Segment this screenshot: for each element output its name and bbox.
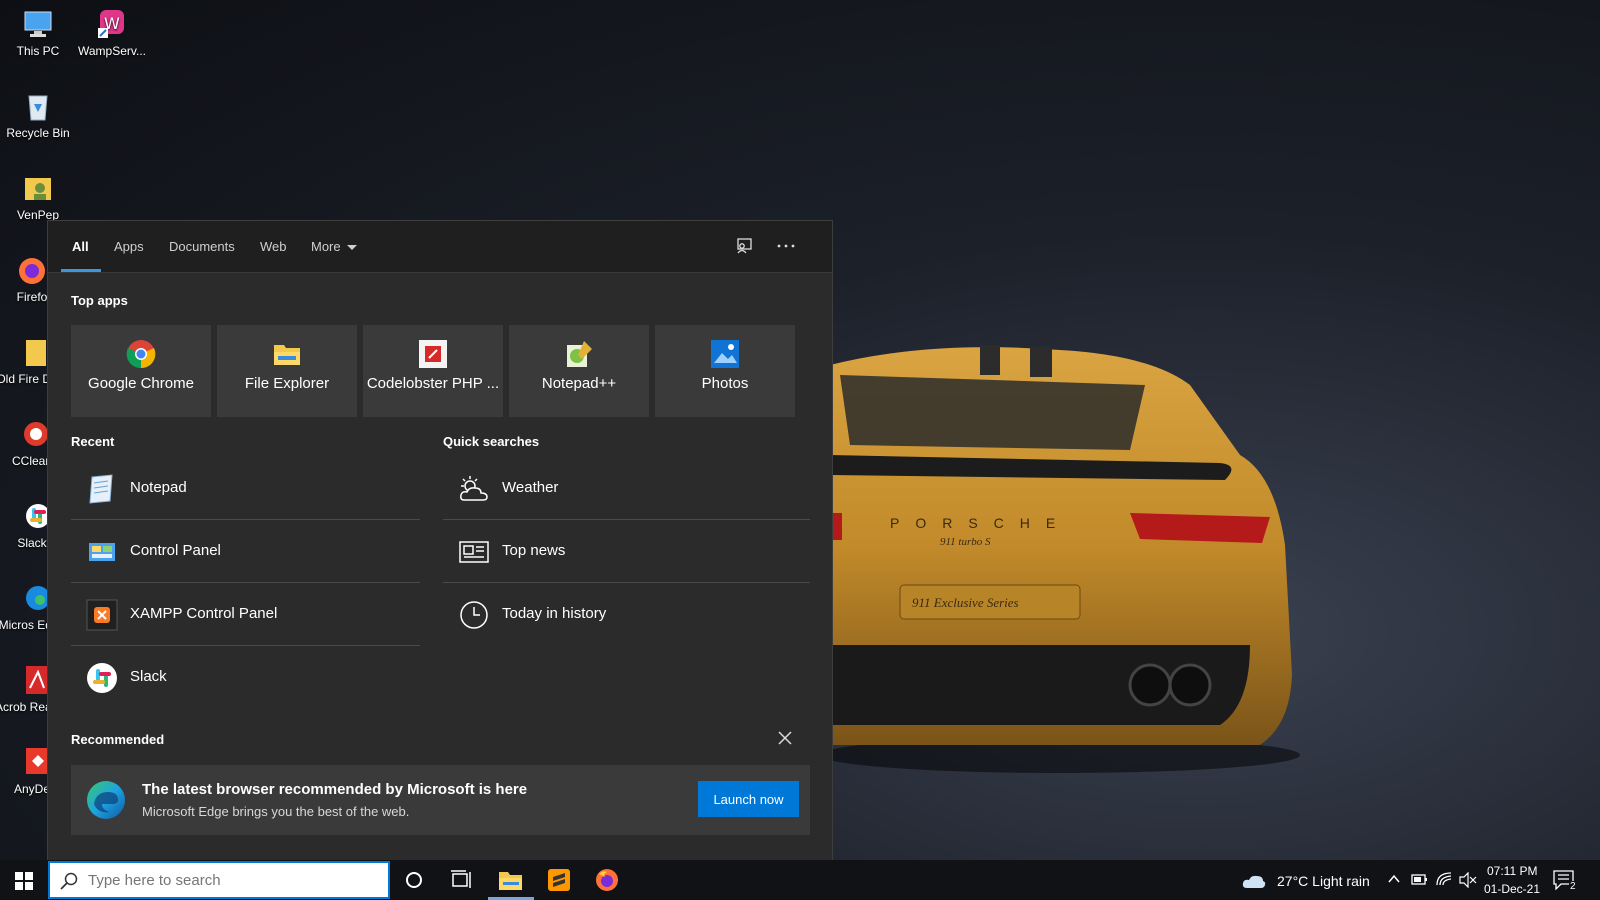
row-label: Weather — [502, 479, 559, 496]
anydesk-icon — [16, 746, 48, 778]
chevron-up-icon[interactable] — [1388, 874, 1400, 884]
tab-web[interactable]: Web — [260, 239, 287, 254]
tab-documents[interactable]: Documents — [169, 239, 235, 254]
weather-text[interactable]: 27°C Light rain — [1277, 873, 1370, 889]
weather-cloud-icon[interactable] — [1242, 872, 1266, 890]
recent-item-slack[interactable]: Slack — [71, 646, 420, 709]
computer-icon — [22, 8, 54, 40]
taskbar-search-box[interactable] — [48, 861, 390, 899]
acrobat-icon — [16, 664, 48, 696]
taskbar: 27°C Light rain 07:11 PM 01-Dec-21 2 — [0, 860, 1600, 900]
row-label: Slack — [130, 668, 167, 685]
desktop-icon-label: WampServ... — [77, 44, 146, 58]
volume-muted-icon[interactable] — [1459, 872, 1477, 888]
recent-item-xampp[interactable]: XAMPP Control Panel — [71, 583, 420, 646]
tile-label: Notepad++ — [541, 375, 617, 392]
top-app-notepad-plus-plus[interactable]: Notepad++ — [509, 325, 649, 417]
recommendation-title: The latest browser recommended by Micros… — [142, 781, 528, 798]
chevron-down-icon — [346, 245, 357, 251]
edge-icon — [87, 781, 125, 819]
desktop-icon-wampserver[interactable]: W WampServ... — [74, 8, 150, 58]
quick-search-weather[interactable]: Weather — [443, 457, 810, 520]
file-explorer-taskbar-icon[interactable] — [498, 868, 522, 892]
quick-searches-heading: Quick searches — [443, 434, 540, 449]
more-options-icon[interactable] — [777, 243, 795, 249]
top-app-google-chrome[interactable]: Google Chrome — [71, 325, 211, 417]
folder-icon — [16, 336, 48, 368]
folder-icon — [272, 339, 302, 369]
clock-date[interactable]: 01-Dec-21 — [1484, 882, 1540, 896]
notepad-icon — [86, 473, 118, 505]
top-app-photos[interactable]: Photos — [655, 325, 795, 417]
top-app-file-explorer[interactable]: File Explorer — [217, 325, 357, 417]
xampp-icon — [86, 599, 118, 631]
ccleaner-icon — [16, 418, 48, 450]
slack-icon — [86, 662, 118, 694]
launch-now-button[interactable]: Launch now — [698, 781, 799, 817]
windows-start-icon[interactable] — [15, 872, 33, 890]
top-apps-heading: Top apps — [71, 293, 128, 308]
firefox-icon — [16, 254, 48, 286]
svg-text:911 turbo S: 911 turbo S — [940, 536, 991, 548]
close-icon[interactable] — [778, 731, 792, 745]
quick-search-top-news[interactable]: Top news — [443, 520, 810, 583]
tab-more-label: More — [311, 239, 341, 254]
tile-label: File Explorer — [244, 375, 330, 392]
desktop-icon-recycle-bin[interactable]: Recycle Bin — [0, 90, 76, 140]
notepadpp-icon — [564, 339, 594, 369]
wampserver-icon: W — [96, 8, 128, 40]
svg-text:911 Exclusive Series: 911 Exclusive Series — [912, 595, 1019, 610]
user-folder-icon — [22, 172, 54, 204]
row-label: Control Panel — [130, 542, 221, 559]
desktop-icon-label: This PC — [16, 44, 60, 58]
clock-time[interactable]: 07:11 PM — [1487, 864, 1537, 878]
search-panel: All Apps Documents Web More Top apps Goo… — [47, 220, 833, 860]
battery-icon[interactable] — [1411, 873, 1429, 887]
feedback-icon[interactable] — [735, 237, 753, 255]
wifi-icon[interactable] — [1435, 871, 1453, 887]
active-tab-indicator — [61, 269, 101, 272]
slack-icon — [16, 500, 50, 532]
tile-label: Photos — [701, 375, 749, 392]
row-label: XAMPP Control Panel — [130, 605, 278, 622]
desktop-icon-this-pc[interactable]: This PC — [0, 8, 76, 58]
search-tab-bar: All Apps Documents Web More — [48, 221, 832, 273]
recommended-heading: Recommended — [71, 732, 165, 747]
recycle-bin-icon — [22, 90, 54, 122]
photos-icon — [710, 339, 740, 369]
search-icon — [60, 872, 78, 890]
tile-label: Google Chrome — [88, 375, 194, 392]
desktop-icon-venpep[interactable]: VenPep — [0, 172, 76, 222]
tab-more[interactable]: More — [311, 239, 357, 254]
recent-heading: Recent — [71, 434, 115, 449]
quick-search-today-in-history[interactable]: Today in history — [443, 583, 810, 646]
recommendation-card[interactable]: The latest browser recommended by Micros… — [71, 765, 810, 835]
row-label: Notepad — [130, 479, 187, 496]
recommendation-subtitle: Microsoft Edge brings you the best of th… — [142, 804, 410, 819]
tile-label: Codelobster PHP ... — [366, 375, 500, 392]
chrome-icon — [126, 339, 156, 369]
row-label: Today in history — [502, 605, 607, 622]
search-input[interactable] — [86, 871, 380, 890]
notification-count-badge: 2 — [1569, 881, 1577, 892]
row-label: Top news — [502, 542, 566, 559]
control-panel-icon — [86, 536, 118, 568]
desktop-icon-label: Recycle Bin — [6, 126, 70, 140]
recent-item-control-panel[interactable]: Control Panel — [71, 520, 420, 583]
sublime-text-icon[interactable] — [547, 868, 571, 892]
recent-item-notepad[interactable]: Notepad — [71, 457, 420, 520]
tab-apps[interactable]: Apps — [114, 239, 144, 254]
task-view-icon[interactable] — [450, 868, 474, 892]
wallpaper-car-image: PORSCHE 911 turbo S 911 Exclusive Series — [830, 345, 1300, 773]
codelobster-icon — [418, 339, 448, 369]
tab-all[interactable]: All — [72, 239, 89, 254]
clock-icon — [458, 599, 490, 631]
top-app-codelobster[interactable]: Codelobster PHP ... — [363, 325, 503, 417]
news-icon — [458, 536, 490, 568]
cortana-icon[interactable] — [402, 868, 426, 892]
svg-text:PORSCHE: PORSCHE — [890, 515, 1071, 531]
edge-icon — [16, 582, 50, 614]
firefox-icon[interactable] — [595, 868, 619, 892]
weather-icon — [458, 473, 490, 505]
